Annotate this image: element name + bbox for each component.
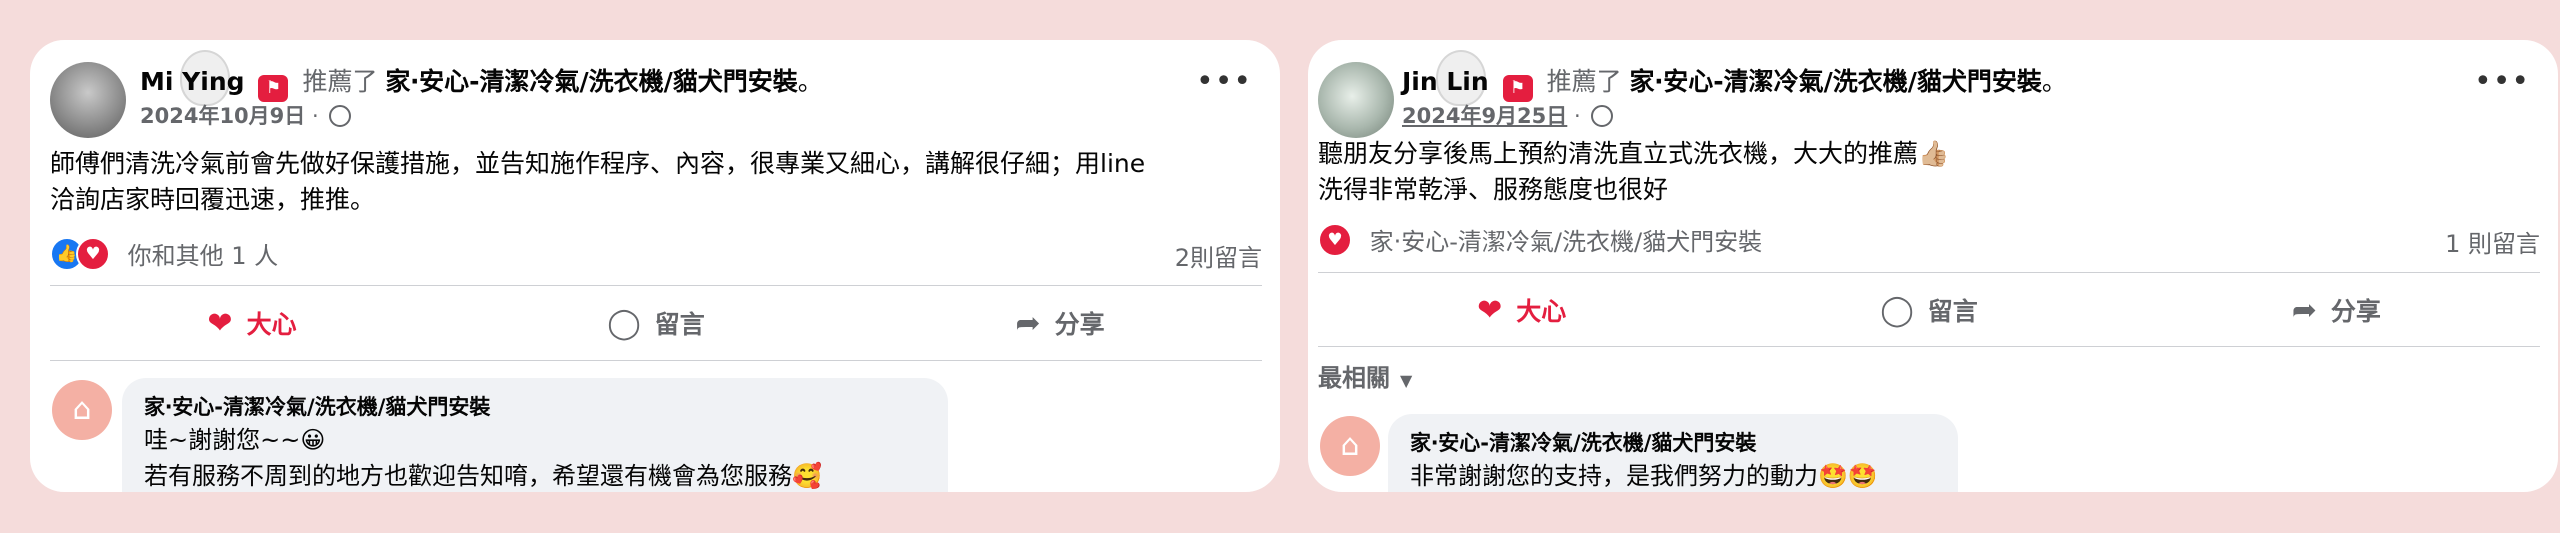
post-meta: 2024年9月25日 · (1402, 100, 1614, 130)
post-header: Jin Lin ⚑ 推薦了 家‧安心-清潔冷氣/洗衣機/貓犬門安裝。 (1402, 62, 2478, 102)
reaction-summary[interactable]: 👍 ♥ 你和其他 1 人 2則留言 (50, 236, 1262, 273)
comment-count[interactable]: 1 則留言 (2445, 224, 2540, 259)
post-body-line: 洗得非常乾淨、服務態度也很好 (1318, 175, 1669, 204)
post-date[interactable]: 2024年10月9日 (140, 104, 305, 128)
divider (1318, 272, 2540, 273)
more-options-button[interactable]: ••• (1196, 67, 1251, 102)
meta-separator: · (311, 104, 319, 128)
sort-label: 最相關 (1318, 364, 1390, 392)
recommend-badge-icon: ⚑ (1502, 75, 1533, 102)
comment-label: 留言 (654, 310, 705, 339)
heart-icon: ❤ (207, 305, 233, 341)
divider (50, 285, 1262, 286)
author-avatar[interactable] (50, 62, 126, 138)
share-label: 分享 (2330, 297, 2381, 326)
love-label: 大心 (1516, 297, 1567, 326)
reaction-count[interactable]: 你和其他 1 人 (128, 242, 279, 270)
header-period: 。 (797, 67, 823, 96)
recommend-verb: 推薦了 (302, 67, 378, 96)
author-avatar[interactable] (1318, 62, 1394, 138)
reply-comment: 家‧安心-清潔冷氣/洗衣機/貓犬門安裝 哇~謝謝您~~😀 若有服務不周到的地方也… (122, 378, 948, 492)
heart-icon: ❤ (1477, 292, 1503, 328)
reply-line: 哇~謝謝您~~😀 (144, 426, 326, 454)
comment-bubble-icon: ◯ (1880, 292, 1914, 328)
author-name[interactable]: Mi Ying (140, 67, 245, 96)
divider (1318, 346, 2540, 347)
post-body: 師傅們清洗冷氣前會先做好保護措施，並告知施作程序、內容，很專業又細心，講解很仔細… (50, 146, 1268, 218)
review-card: Jin Lin ⚑ 推薦了 家‧安心-清潔冷氣/洗衣機/貓犬門安裝。 2024年… (1308, 40, 2558, 492)
love-label: 大心 (246, 310, 297, 339)
share-button[interactable]: ➦ 分享 (858, 293, 1262, 353)
post-body-line: 洽詢店家時回覆迅速，推推。 (50, 185, 376, 214)
page-name-link[interactable]: 家‧安心-清潔冷氣/洗衣機/貓犬門安裝 (1630, 67, 2042, 96)
reply-comment: 家‧安心-清潔冷氣/洗衣機/貓犬門安裝 非常謝謝您的支持，是我們努力的動力🤩🤩 (1388, 414, 1958, 492)
reaction-summary[interactable]: ♥ 家‧安心-清潔冷氣/洗衣機/貓犬門安裝 1 則留言 (1318, 222, 2540, 259)
sort-dropdown[interactable]: 最相關 ▼ (1318, 358, 1412, 393)
share-arrow-icon: ➦ (2291, 292, 2317, 328)
recommend-verb: 推薦了 (1546, 67, 1622, 96)
page-name-link[interactable]: 家‧安心-清潔冷氣/洗衣機/貓犬門安裝 (385, 67, 797, 96)
header-period: 。 (2041, 67, 2067, 96)
reply-author[interactable]: 家‧安心-清潔冷氣/洗衣機/貓犬門安裝 (1410, 428, 1936, 458)
reaction-names[interactable]: 家‧安心-清潔冷氣/洗衣機/貓犬門安裝 (1370, 228, 1762, 256)
house-icon[interactable]: ⌂ (1320, 416, 1380, 476)
author-name[interactable]: Jin Lin (1402, 67, 1489, 96)
recommend-badge-icon: ⚑ (258, 75, 289, 102)
comment-button[interactable]: ◯ 留言 (1725, 280, 2132, 340)
action-bar: ❤ 大心 ◯ 留言 ➦ 分享 (50, 293, 1262, 353)
share-button[interactable]: ➦ 分享 (2133, 280, 2540, 340)
post-body-line: 聽朋友分享後馬上預約清洗直立式洗衣機，大大的推薦👍🏼 (1318, 139, 1950, 168)
chevron-down-icon: ▼ (1400, 371, 1413, 390)
reply-author[interactable]: 家‧安心-清潔冷氣/洗衣機/貓犬門安裝 (144, 392, 926, 422)
more-options-button[interactable]: ••• (2474, 67, 2529, 102)
globe-icon (329, 105, 352, 127)
heart-icon: ♥ (76, 236, 110, 271)
house-icon[interactable]: ⌂ (52, 380, 112, 440)
action-bar: ❤ 大心 ◯ 留言 ➦ 分享 (1318, 280, 2540, 340)
post-body: 聽朋友分享後馬上預約清洗直立式洗衣機，大大的推薦👍🏼 洗得非常乾淨、服務態度也很… (1318, 136, 2546, 208)
love-button[interactable]: ❤ 大心 (50, 293, 454, 353)
reply-line: 非常謝謝您的支持，是我們努力的動力🤩🤩 (1410, 462, 1878, 490)
post-body-line: 師傅們清洗冷氣前會先做好保護措施，並告知施作程序、內容，很專業又細心，講解很仔細… (50, 149, 1146, 178)
heart-icon: ♥ (1318, 222, 1352, 257)
review-card: Mi Ying ⚑ 推薦了 家‧安心-清潔冷氣/洗衣機/貓犬門安裝。 2024年… (30, 40, 1280, 492)
post-meta: 2024年10月9日 · (140, 100, 352, 130)
reply-line: 若有服務不周到的地方也歡迎告知唷，希望還有機會為您服務🥰 (144, 462, 822, 490)
post-date[interactable]: 2024年9月25日 (1402, 104, 1567, 128)
comment-button[interactable]: ◯ 留言 (454, 293, 858, 353)
post-header: Mi Ying ⚑ 推薦了 家‧安心-清潔冷氣/洗衣機/貓犬門安裝。 (140, 62, 1200, 102)
divider (50, 360, 1262, 361)
share-label: 分享 (1054, 310, 1105, 339)
globe-icon (1591, 105, 1614, 127)
share-arrow-icon: ➦ (1015, 305, 1041, 341)
comment-count[interactable]: 2則留言 (1175, 238, 1262, 273)
comment-label: 留言 (1927, 297, 1978, 326)
meta-separator: · (1573, 104, 1581, 128)
love-button[interactable]: ❤ 大心 (1318, 280, 1725, 340)
comment-bubble-icon: ◯ (607, 305, 641, 341)
